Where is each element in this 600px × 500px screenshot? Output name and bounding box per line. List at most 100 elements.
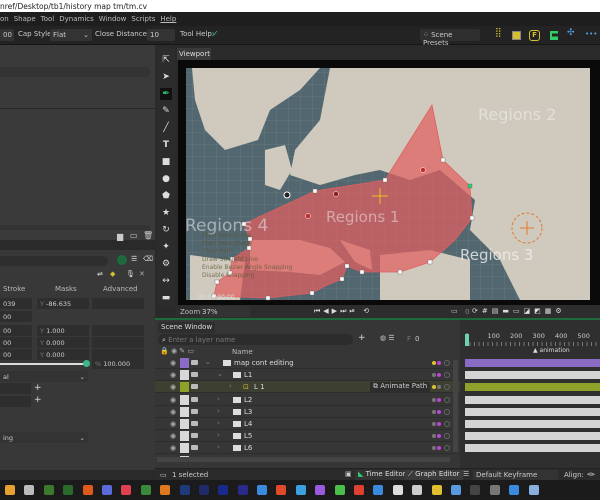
taskbar-app-icon[interactable] [24, 485, 35, 495]
taskbar-app-icon[interactable] [218, 485, 229, 495]
grid-icon[interactable]: ⣿ [495, 28, 502, 38]
panel-search[interactable] [0, 67, 150, 77]
layer-search-input[interactable]: ⌕ Enter a layer name [158, 334, 353, 345]
layer-row[interactable]: ◉ › L4 [155, 418, 460, 430]
animation-marker[interactable]: ▲ animation [533, 347, 570, 354]
rot-y-field[interactable]: Y 0.000 [37, 337, 89, 348]
visibility-icon[interactable]: ◉ [170, 408, 176, 416]
move-icon[interactable]: ✣ [567, 28, 575, 38]
timeline-ruler[interactable]: 01002003004005006 [460, 332, 600, 342]
track-bar[interactable] [465, 359, 600, 367]
tag-icon[interactable] [191, 396, 198, 402]
taskbar-app-icon[interactable] [43, 485, 54, 495]
taskbar-app-icon[interactable] [450, 485, 461, 495]
taskbar-app-icon[interactable] [140, 485, 151, 495]
taskbar-app-icon[interactable] [63, 485, 74, 495]
trash-icon[interactable]: 🗑 [143, 231, 153, 240]
text-tool-icon[interactable]: T [160, 139, 172, 151]
taskbar-app-icon[interactable] [509, 485, 520, 495]
keyframe-layer-select[interactable]: Default Keyframe Layer [473, 470, 558, 487]
layer-color-swatch[interactable] [180, 443, 189, 454]
tag-icon[interactable] [191, 384, 198, 390]
folder-icon[interactable]: ▆ [117, 232, 123, 241]
add-icon[interactable]: + [34, 395, 42, 405]
skew-y-field[interactable]: Y 0.000 [37, 349, 89, 360]
solo-toggle[interactable] [444, 372, 450, 379]
close-distance-field[interactable]: 10 [147, 29, 175, 41]
layer-row[interactable]: ◉ ⌄ map cont editing [155, 357, 460, 369]
tag-icon[interactable] [191, 360, 198, 365]
taskbar-app-icon[interactable] [431, 485, 442, 495]
horizontal-scrollbar[interactable] [157, 457, 450, 462]
camera-icon[interactable]: ▭ [451, 307, 458, 315]
tag-icon[interactable] [191, 408, 198, 414]
menu-help[interactable]: Help [160, 15, 176, 26]
layer-color-swatch[interactable] [180, 370, 189, 381]
stop-icon[interactable]: ▣ [345, 470, 352, 478]
select-outline-icon[interactable]: ⇱ [160, 54, 172, 66]
align-icon[interactable] [550, 31, 558, 40]
rect-outline-icon[interactable]: ▬ [160, 292, 172, 304]
graph-editor-button[interactable]: ⟋ Graph Editor [405, 470, 463, 480]
menu-scripts[interactable]: Scripts [131, 15, 155, 26]
visibility-icon[interactable]: ◉ [170, 396, 176, 404]
taskbar-app-icon[interactable] [528, 485, 539, 495]
city-marker[interactable] [305, 213, 311, 219]
field-row2[interactable]: 00 [0, 311, 32, 322]
opacity-slider[interactable] [0, 363, 86, 365]
tab-masks[interactable]: Masks [55, 285, 77, 293]
skew-x-field[interactable]: 00 [0, 349, 32, 360]
scene-presets-button[interactable]: ⁘ Scene Presets [420, 29, 480, 47]
menu-dynamics[interactable]: Dynamics [59, 15, 94, 26]
viewport-option-icons[interactable]: ⟳#▤▬▭◪◩▦⚙ [472, 307, 566, 315]
blend-select[interactable]: al ⌄ [0, 371, 88, 382]
layer-row[interactable]: ◉ › ⊡ L 1 ⧉ Animate Path [155, 381, 460, 394]
scale-y-field[interactable]: Y 1.000 [37, 325, 89, 336]
animate-path-badge[interactable]: ⧉ Animate Path [370, 382, 431, 393]
chevron-right-icon[interactable]: › [217, 395, 220, 403]
sparkle-icon[interactable]: ✦ [160, 241, 172, 253]
track-bar[interactable] [465, 371, 600, 380]
playhead[interactable] [465, 334, 469, 346]
layer-row[interactable]: ◉ › L3 [155, 406, 460, 418]
taskbar-app-icon[interactable] [179, 485, 190, 495]
visibility-icon[interactable]: ◉ [170, 383, 176, 391]
track-bar[interactable] [465, 432, 600, 441]
layer-color-swatch[interactable] [180, 394, 189, 405]
visibility-icon[interactable]: ◉ [170, 444, 176, 452]
track-bar[interactable] [465, 383, 600, 392]
zoom-select[interactable]: 37% [200, 306, 250, 317]
mic-icon[interactable]: 🎙 [126, 270, 135, 278]
field-a[interactable] [0, 383, 31, 394]
taskbar-app-icon[interactable] [354, 485, 365, 495]
solo-toggle[interactable] [444, 408, 450, 415]
chevron-right-icon[interactable]: › [217, 431, 220, 439]
transform-icon[interactable]: ↔ [160, 275, 172, 287]
menu-partial[interactable]: on [0, 15, 9, 26]
layer-color-swatch[interactable] [180, 358, 189, 368]
menu-shape[interactable]: Shape [14, 15, 36, 26]
solo-toggle[interactable] [444, 396, 450, 403]
chevron-right-icon[interactable]: › [217, 407, 220, 415]
x-field[interactable]: 039 [0, 298, 32, 309]
tag-icon[interactable] [191, 433, 198, 439]
taskbar-app-icon[interactable] [276, 485, 287, 495]
solo-toggle[interactable] [444, 360, 450, 366]
cap-style-select[interactable]: Flat ⌄ [50, 29, 92, 41]
tab-scene-window[interactable]: Scene Window [158, 322, 216, 333]
viewport-canvas[interactable]: Regions 2 Regions 1 Regions 4 Regions 3 … [178, 60, 600, 305]
monitor-icon[interactable]: ▭ [130, 231, 138, 240]
width-field[interactable]: 00 [0, 29, 14, 41]
tab-viewport[interactable]: Viewport [177, 48, 211, 60]
chevron-right-icon[interactable]: › [217, 443, 220, 451]
taskbar-app-icon[interactable] [392, 485, 403, 495]
taskbar-app-icon[interactable] [82, 485, 93, 495]
extra-field[interactable] [92, 298, 144, 309]
track-bar[interactable] [465, 407, 600, 416]
pen-tool-icon[interactable]: ✒ [160, 88, 172, 100]
cube-icon[interactable] [512, 31, 521, 40]
extra-field[interactable] [92, 325, 144, 336]
chevron-right-icon[interactable]: › [217, 419, 220, 427]
filter-icon[interactable]: ☰ [131, 255, 137, 263]
layer-row[interactable]: ◉ › L5 [155, 430, 460, 443]
